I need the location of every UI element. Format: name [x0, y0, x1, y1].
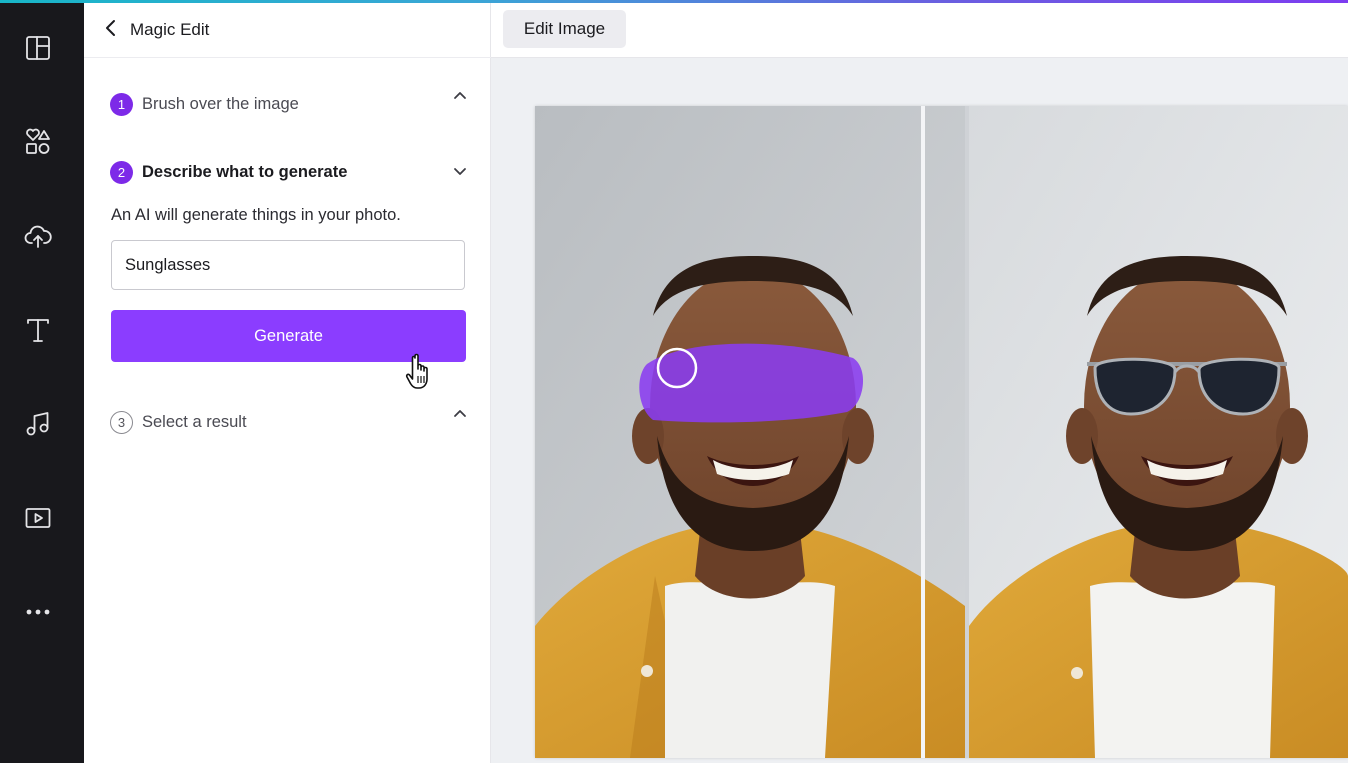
video-play-icon [23, 503, 53, 538]
step-title: Select a result [142, 412, 247, 431]
step-1-header[interactable]: 1 Brush over the image [110, 89, 470, 119]
rail-item-design[interactable] [18, 30, 58, 70]
chevron-up-icon [450, 86, 470, 106]
step-3-header[interactable]: 3 Select a result [110, 407, 470, 437]
rail-item-audio[interactable] [18, 406, 58, 446]
back-button[interactable]: Magic Edit [100, 16, 209, 44]
text-icon [23, 315, 53, 350]
chevron-left-icon [100, 17, 122, 44]
step-title: Brush over the image [142, 94, 299, 113]
prompt-input[interactable] [111, 240, 465, 290]
step-description: An AI will generate things in your photo… [111, 206, 401, 224]
layout-icon [23, 33, 53, 68]
magic-edit-panel: Magic Edit 1 Brush over the image 2 Desc… [84, 0, 491, 763]
rail-item-elements[interactable] [18, 124, 58, 164]
shapes-icon [23, 127, 53, 162]
panel-header: Magic Edit [84, 0, 491, 58]
rail-item-videos[interactable] [18, 500, 58, 540]
chevron-up-icon [450, 404, 470, 424]
after-image [969, 106, 1348, 758]
hand-pointer-cursor-icon [404, 352, 440, 392]
chevron-down-icon [450, 161, 470, 181]
top-accent-gradient [0, 0, 1348, 3]
before-image [535, 106, 965, 758]
editor-topbar: Edit Image [491, 0, 1348, 58]
editor-canvas[interactable] [491, 58, 1348, 763]
step-number-badge: 2 [110, 160, 133, 184]
photo-comparison [535, 106, 1348, 758]
panel-title: Magic Edit [130, 20, 210, 39]
left-rail [0, 0, 84, 763]
rail-item-uploads[interactable] [18, 218, 58, 258]
more-dots-icon [23, 597, 53, 632]
before-after-photo [535, 106, 1348, 758]
step-2-header[interactable]: 2 Describe what to generate [110, 157, 470, 187]
music-note-icon [23, 409, 53, 444]
step-number-badge: 3 [110, 410, 133, 434]
rail-item-text[interactable] [18, 312, 58, 352]
cloud-upload-icon [23, 221, 53, 256]
rail-item-more[interactable] [18, 594, 58, 634]
edit-image-button[interactable]: Edit Image [503, 10, 626, 48]
step-number-badge: 1 [110, 92, 133, 116]
comparison-divider [921, 106, 925, 758]
step-title: Describe what to generate [142, 162, 348, 181]
